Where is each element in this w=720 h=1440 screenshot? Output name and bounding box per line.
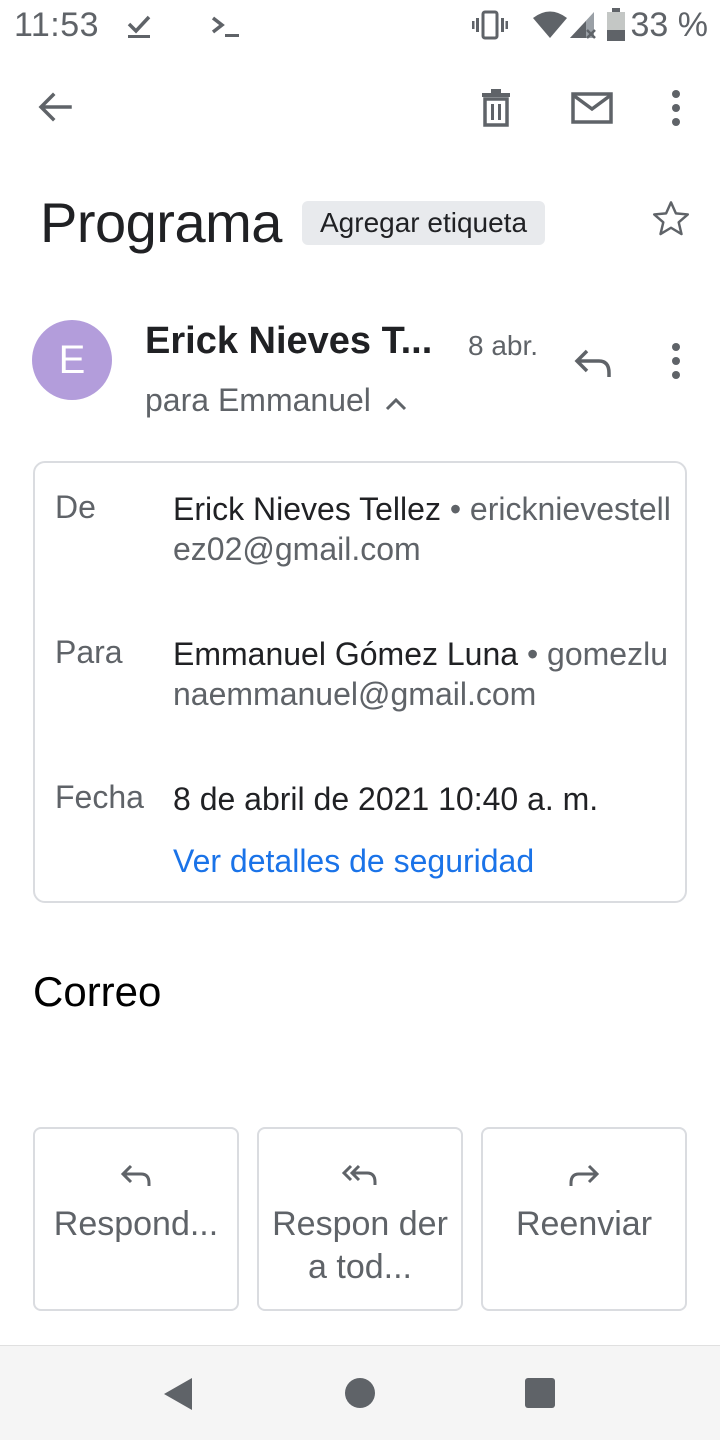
- security-details-link[interactable]: Ver detalles de seguridad: [173, 843, 534, 880]
- wifi-icon: [532, 10, 568, 45]
- more-vert-icon[interactable]: [656, 82, 696, 134]
- reply-all-label: Respon der a tod...: [272, 1205, 448, 1286]
- recipient-toggle[interactable]: para Emmanuel: [145, 382, 407, 419]
- recipient-line-text: para Emmanuel: [145, 382, 371, 418]
- top-app-bar: [0, 60, 720, 150]
- email-subject: Programa: [40, 191, 282, 254]
- sender-name: Erick Nieves T...: [145, 320, 433, 362]
- from-name: Erick Nieves Tellez: [173, 491, 441, 527]
- reply-icon[interactable]: [570, 340, 616, 386]
- battery-icon: [606, 8, 626, 47]
- date-label: Fecha: [55, 779, 144, 815]
- forward-button[interactable]: Reenviar: [481, 1127, 687, 1311]
- message-more-icon[interactable]: [656, 338, 696, 384]
- chevron-up-icon: [385, 382, 407, 419]
- reply-button[interactable]: Respond...: [33, 1127, 239, 1311]
- to-name: Emmanuel Gómez Luna: [173, 636, 519, 672]
- nav-back-icon[interactable]: [162, 1376, 194, 1417]
- system-nav-bar: [0, 1345, 720, 1440]
- nav-recents-icon[interactable]: [524, 1377, 556, 1414]
- to-value: Emmanuel Gómez Luna • gomezlunaemmanuel@…: [173, 636, 668, 712]
- from-label: De: [55, 489, 96, 525]
- status-bar: 11:53 33 %: [0, 0, 720, 54]
- star-icon[interactable]: [650, 198, 692, 245]
- status-time: 11:53: [14, 6, 100, 44]
- reply-all-icon: [342, 1159, 378, 1193]
- avatar[interactable]: E: [32, 320, 112, 400]
- add-label-chip[interactable]: Agregar etiqueta: [302, 201, 546, 245]
- terminal-icon: [210, 14, 242, 45]
- delete-icon[interactable]: [470, 82, 522, 134]
- date-value: 8 de abril de 2021 10:40 a. m.: [173, 781, 599, 817]
- forward-label: Reenviar: [515, 1205, 653, 1243]
- download-done-icon: [126, 12, 152, 45]
- back-arrow-icon[interactable]: [30, 82, 80, 132]
- email-body: Correo: [33, 968, 162, 1015]
- from-value: Erick Nieves Tellez • ericknievestellez0…: [173, 491, 671, 567]
- signal-icon: [568, 10, 598, 45]
- nav-home-icon[interactable]: [344, 1377, 376, 1414]
- email-date: 8 abr.: [468, 330, 539, 361]
- details-card: De Erick Nieves Tellez • ericknievestell…: [33, 461, 687, 903]
- vibrate-icon: [472, 10, 508, 45]
- battery-percent: 33 %: [630, 6, 709, 44]
- reply-label: Respond...: [53, 1205, 219, 1243]
- reply-all-button[interactable]: Respon der a tod...: [257, 1127, 463, 1311]
- reply-icon: [120, 1159, 152, 1193]
- mark-unread-icon[interactable]: [566, 82, 618, 134]
- forward-icon: [568, 1159, 600, 1193]
- to-label: Para: [55, 634, 123, 670]
